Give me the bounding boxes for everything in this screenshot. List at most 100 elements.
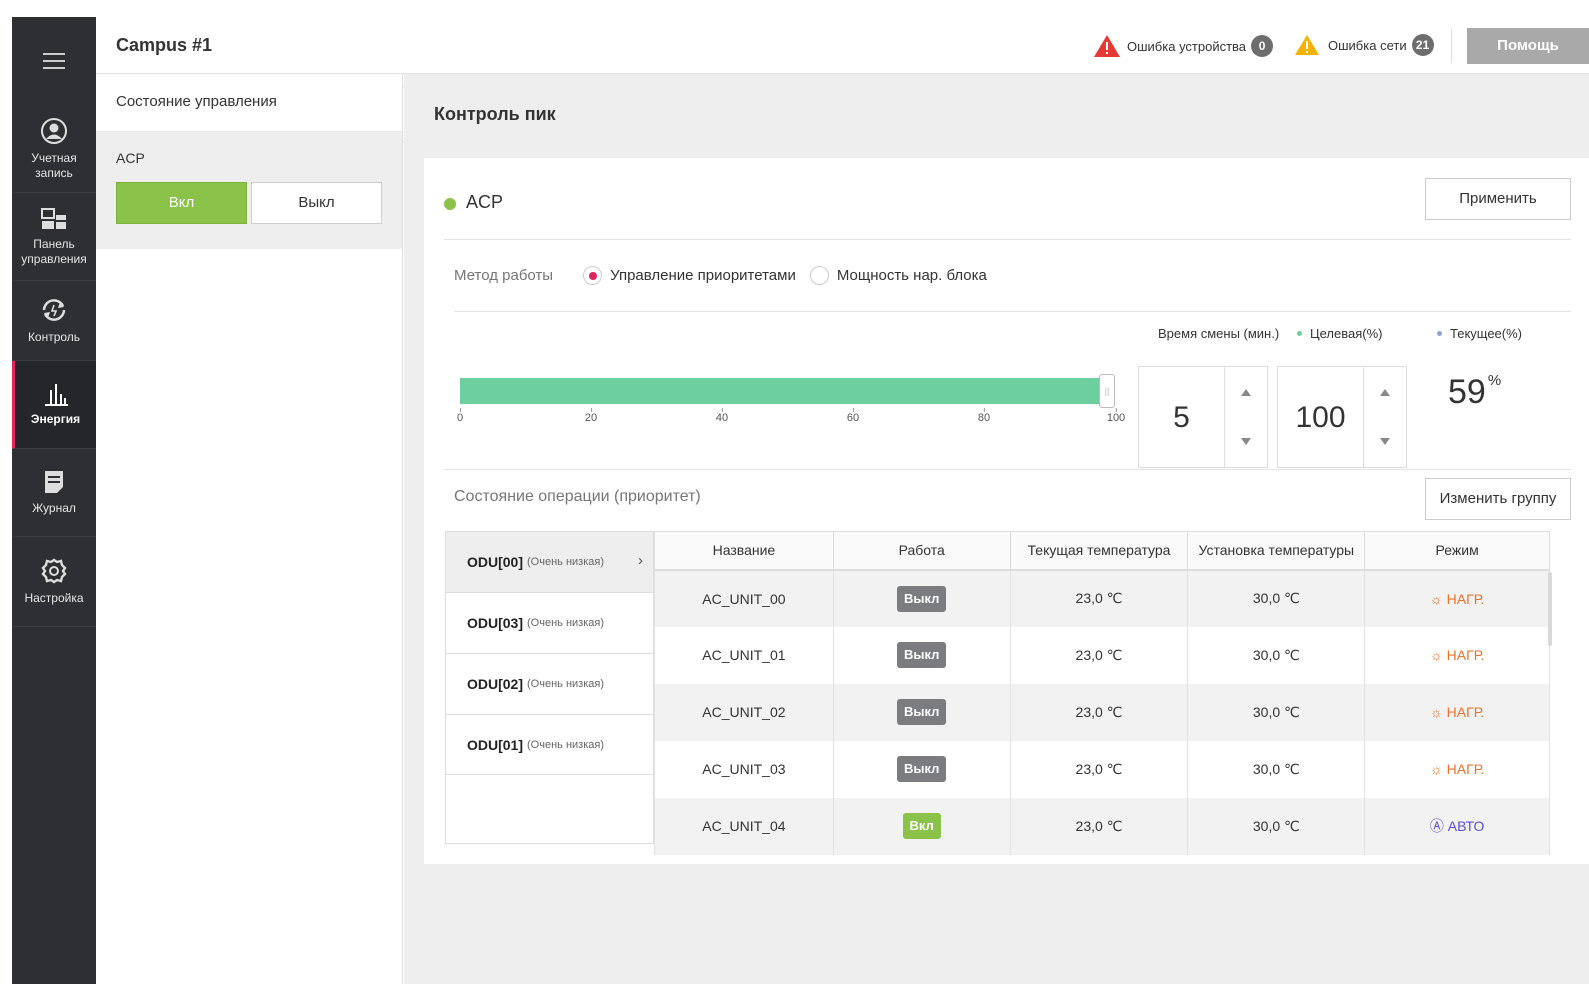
shift-time-input[interactable]: 5 (1139, 367, 1225, 467)
odu-item[interactable]: ODU[02] (Очень низкая) (446, 654, 653, 715)
odu-item[interactable]: ODU[00] (Очень низкая) › (446, 532, 653, 593)
table-header-row: Название Работа Текущая температура Уста… (654, 531, 1550, 571)
energy-icon (44, 384, 68, 406)
work-badge[interactable]: Выкл (896, 585, 947, 612)
legend-shift-label: Время смены (мин.) (1158, 326, 1280, 341)
slider-tick: 0 (456, 408, 464, 424)
device-error-label: Ошибка устройства (1127, 38, 1247, 54)
odu-priority: (Очень низкая) (527, 556, 604, 568)
target-input[interactable]: 100 (1278, 367, 1364, 467)
card-header: ACP Применить (444, 178, 1571, 240)
target-slider-track[interactable] (460, 378, 1110, 404)
method-row: Метод работы Управление приоритетами Мощ… (454, 240, 1571, 312)
nav-energy[interactable]: Энергия (12, 361, 96, 449)
nav-journal-label: Журнал (32, 501, 76, 515)
target-down-icon[interactable] (1380, 438, 1390, 445)
work-cell: Выкл (832, 740, 1011, 798)
col-mode[interactable]: Режим (1364, 531, 1550, 571)
odu-item[interactable]: ODU[01] (Очень низкая) (446, 715, 653, 775)
unit-name: AC_UNIT_01 (654, 626, 834, 684)
nav-control[interactable]: Контроль (12, 281, 96, 361)
unit-name: AC_UNIT_02 (654, 683, 834, 741)
gear-icon (41, 558, 67, 584)
nav-journal[interactable]: Журнал (12, 449, 96, 537)
change-group-button[interactable]: Изменить группу (1425, 478, 1571, 520)
work-badge[interactable]: Вкл (902, 813, 941, 839)
table-scrollbar[interactable] (1548, 572, 1552, 646)
current-temp: 23,0 ℃ (1009, 740, 1189, 798)
work-badge[interactable]: Выкл (896, 699, 947, 725)
device-error-alert[interactable]: Ошибка устройства 0 (1093, 34, 1274, 58)
unit-name: AC_UNIT_00 (654, 569, 834, 627)
work-cell: Вкл (832, 797, 1011, 855)
col-work[interactable]: Работа (832, 531, 1011, 571)
target-up-icon[interactable] (1380, 389, 1390, 396)
units-table: Название Работа Текущая температура Уста… (654, 531, 1550, 855)
operation-status-title: Состояние операции (приоритет) (454, 488, 701, 505)
set-temp: 30,0 ℃ (1187, 797, 1366, 855)
warning-yellow-icon (1295, 35, 1319, 55)
nav-energy-label: Энергия (30, 412, 81, 426)
priority-radio[interactable] (583, 266, 603, 285)
current-value-unit: % (1487, 372, 1502, 389)
odu-item[interactable]: ODU[03] (Очень низкая) (446, 593, 653, 654)
sun-icon: ☼ (1429, 647, 1443, 663)
campus-title: Campus #1 (116, 35, 213, 55)
current-value: 59% (1448, 372, 1501, 412)
top-bar: Campus #1 Ошибка устройства 0 Ошибка сет… (96, 17, 1589, 74)
slider-area: Время смены (мин.) Целевая(%) Текущее(%)… (444, 312, 1571, 470)
nav-account[interactable]: Учетная запись (12, 105, 96, 193)
help-button[interactable]: Помощь (1467, 28, 1589, 64)
auto-icon: Ⓐ (1429, 818, 1444, 834)
table-row[interactable]: AC_UNIT_01 Выкл 23,0 ℃ 30,0 ℃ ☼ НАГР. (654, 626, 1550, 684)
outdoor-power-radio[interactable] (809, 266, 829, 285)
table-row[interactable]: AC_UNIT_02 Выкл 23,0 ℃ 30,0 ℃ ☼ НАГР. (654, 683, 1550, 741)
mode-cell: ☼ НАГР. (1364, 626, 1550, 684)
current-temp: 23,0 ℃ (1009, 683, 1189, 741)
legend-current-dot (1437, 331, 1442, 336)
user-icon (41, 117, 67, 144)
peak-control-card: ACP Применить Метод работы Управление пр… (424, 158, 1589, 864)
table-row[interactable]: AC_UNIT_04 Вкл 23,0 ℃ 30,0 ℃ Ⓐ АВТО (654, 797, 1550, 855)
outdoor-power-radio-label[interactable]: Мощность нар. блока (837, 267, 987, 284)
legend-current-label: Текущее(%) (1450, 326, 1523, 341)
work-badge[interactable]: Выкл (896, 642, 947, 668)
unit-name: AC_UNIT_04 (654, 797, 834, 855)
hamburger-icon (43, 53, 65, 69)
work-cell: Выкл (832, 626, 1011, 684)
slider-tick: 20 (584, 408, 598, 424)
network-error-label: Ошибка сети (1328, 37, 1407, 53)
nav-settings[interactable]: Настройка (12, 537, 96, 627)
mode-label: НАГР. (1446, 647, 1485, 663)
slider-handle[interactable]: || (1099, 374, 1115, 408)
work-badge[interactable]: Выкл (896, 756, 947, 782)
dashboard-icon (41, 207, 66, 229)
current-temp: 23,0 ℃ (1009, 569, 1189, 627)
shift-time-down-icon[interactable] (1241, 438, 1251, 445)
acp-on-button[interactable]: Вкл (116, 182, 247, 224)
table-row[interactable]: AC_UNIT_03 Выкл 23,0 ℃ 30,0 ℃ ☼ НАГР. (654, 740, 1550, 798)
col-current-temp[interactable]: Текущая температура (1009, 531, 1189, 571)
menu-button[interactable] (12, 17, 96, 105)
control-icon (42, 299, 66, 321)
legend-target-dot (1297, 331, 1302, 336)
sun-icon: ☼ (1429, 761, 1443, 777)
mode-cell: ☼ НАГР. (1364, 683, 1550, 741)
col-set-temp[interactable]: Установка температуры (1187, 531, 1366, 571)
mode-label: НАГР. (1446, 761, 1485, 777)
priority-radio-label[interactable]: Управление приоритетами (610, 267, 796, 284)
control-state-panel: Состояние управления ACP Вкл Выкл (96, 74, 403, 984)
odu-priority: (Очень низкая) (527, 739, 604, 751)
nav-dashboard[interactable]: Панель управления (12, 193, 96, 281)
odu-name: ODU[00] (467, 554, 524, 570)
table-row[interactable]: AC_UNIT_00 Выкл 23,0 ℃ 30,0 ℃ ☼ НАГР. (654, 569, 1550, 627)
network-error-alert[interactable]: Ошибка сети 21 (1294, 34, 1434, 56)
apply-button[interactable]: Применить (1425, 178, 1571, 220)
target-stepper: 100 (1277, 366, 1407, 468)
acp-toggle-group: ACP Вкл Выкл (96, 132, 402, 249)
slider-tick: 40 (715, 408, 729, 424)
acp-off-button[interactable]: Выкл (251, 182, 382, 224)
shift-time-up-icon[interactable] (1241, 389, 1251, 396)
col-name[interactable]: Название (654, 531, 834, 571)
chevron-right-icon: › (638, 552, 643, 569)
